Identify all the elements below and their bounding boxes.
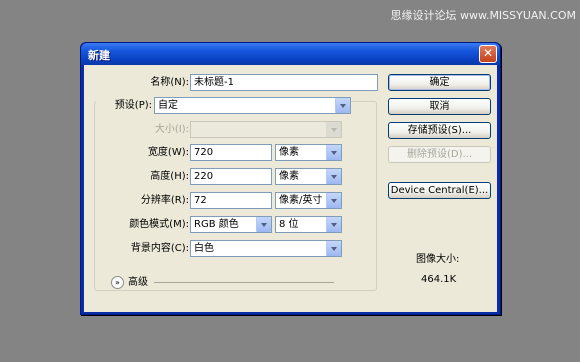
preset-label: 预设(P):	[96, 98, 154, 113]
delete-preset-button[interactable]: 删除预设(D)...	[388, 146, 491, 163]
background-value: 白色	[194, 243, 214, 254]
image-size-value: 464.1K	[421, 274, 457, 285]
resolution-input[interactable]: 72	[190, 192, 272, 209]
width-unit-select[interactable]: 像素	[275, 144, 342, 161]
chevron-down-icon	[256, 217, 271, 232]
cancel-button[interactable]: 取消	[388, 98, 491, 115]
resolution-unit-select[interactable]: 像素/英寸	[275, 192, 342, 209]
size-label: 大小(I):	[154, 124, 189, 135]
resolution-unit-value: 像素/英寸	[279, 195, 323, 206]
close-icon: ✕	[482, 46, 494, 60]
bit-depth-value: 8 位	[279, 219, 299, 230]
background-label: 背景内容(C):	[130, 243, 189, 254]
device-central-button[interactable]: Device Central(E)...	[388, 182, 491, 199]
height-label: 高度(H):	[150, 171, 189, 182]
name-input[interactable]: 未标题-1	[190, 74, 378, 91]
chevron-down-icon	[326, 217, 341, 232]
width-input[interactable]: 720	[190, 144, 272, 161]
preset-select[interactable]: 自定	[154, 97, 351, 114]
new-document-dialog: 新建 ✕ 名称(N): 未标题-1 预设(P): 自定 大小(I): 宽度(W)…	[80, 42, 501, 315]
color-mode-value: RGB 颜色	[194, 219, 239, 230]
watermark-text: 思缘设计论坛 www.MISSYUAN.COM	[390, 9, 576, 22]
width-label: 宽度(W):	[147, 147, 189, 158]
background-select[interactable]: 白色	[190, 240, 342, 257]
dialog-titlebar[interactable]: 新建 ✕	[81, 43, 500, 65]
advanced-label: 高级	[128, 277, 148, 288]
height-unit-select[interactable]: 像素	[275, 168, 342, 185]
ok-button[interactable]: 确定	[388, 74, 491, 91]
name-label: 名称(N):	[150, 77, 189, 88]
resolution-label: 分辨率(R):	[140, 195, 189, 206]
dialog-title: 新建	[88, 49, 110, 62]
close-button[interactable]: ✕	[479, 45, 497, 63]
chevron-down-icon	[326, 241, 341, 256]
color-mode-label: 颜色模式(M):	[129, 219, 189, 230]
advanced-divider	[154, 282, 334, 283]
bit-depth-select[interactable]: 8 位	[275, 216, 342, 233]
chevron-down-icon	[326, 122, 341, 137]
color-mode-select[interactable]: RGB 颜色	[190, 216, 272, 233]
preset-value: 自定	[158, 100, 178, 111]
image-size-label: 图像大小:	[416, 254, 460, 265]
chevron-down-icon	[326, 193, 341, 208]
height-unit-value: 像素	[279, 171, 299, 182]
chevron-down-icon	[335, 98, 350, 113]
chevron-down-icon	[326, 169, 341, 184]
size-select[interactable]	[190, 121, 342, 138]
width-unit-value: 像素	[279, 147, 299, 158]
save-preset-button[interactable]: 存储预设(S)...	[388, 122, 491, 139]
height-input[interactable]: 220	[190, 168, 272, 185]
dialog-body: 名称(N): 未标题-1 预设(P): 自定 大小(I): 宽度(W): 720…	[84, 65, 497, 312]
double-chevron-down-icon[interactable]: »	[111, 276, 124, 289]
chevron-down-icon	[326, 145, 341, 160]
